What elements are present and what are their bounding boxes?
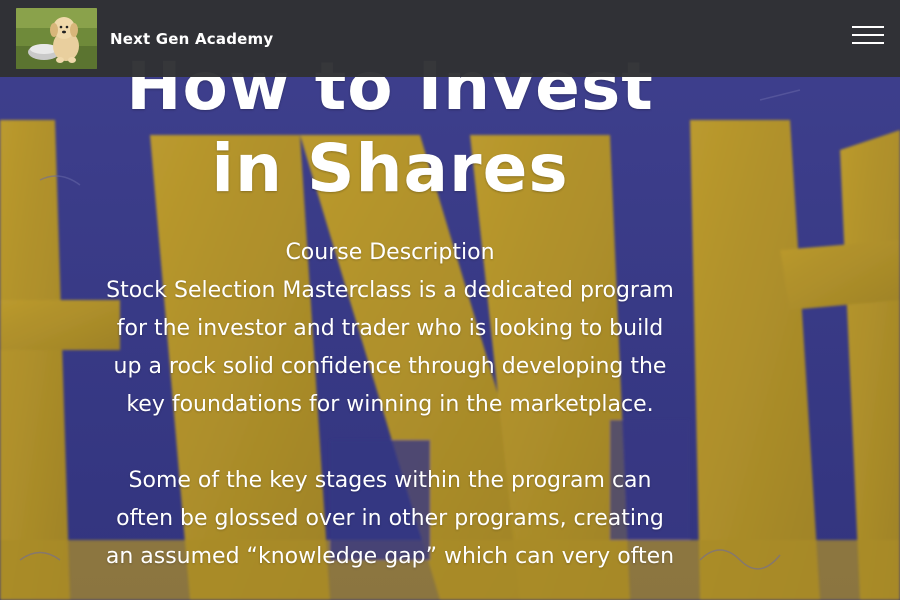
hamburger-menu-icon[interactable] xyxy=(852,24,884,46)
top-navbar: Next Gen Academy xyxy=(0,0,900,77)
page: How to Invest in Shares Course Descripti… xyxy=(0,0,900,600)
hero-section: How to Invest in Shares Course Descripti… xyxy=(0,0,900,600)
menu-bar xyxy=(852,26,884,28)
menu-bar xyxy=(852,42,884,44)
menu-bar xyxy=(852,34,884,36)
course-description-paragraph: Stock Selection Masterclass is a dedicat… xyxy=(106,278,674,417)
course-description: Course Description Stock Selection Maste… xyxy=(100,234,680,576)
puppy-logo-icon[interactable] xyxy=(16,8,97,69)
course-description-paragraph: Some of the key stages within the progra… xyxy=(105,468,675,569)
course-description-heading: Course Description xyxy=(285,240,495,265)
brand-name[interactable]: Next Gen Academy xyxy=(110,30,273,48)
